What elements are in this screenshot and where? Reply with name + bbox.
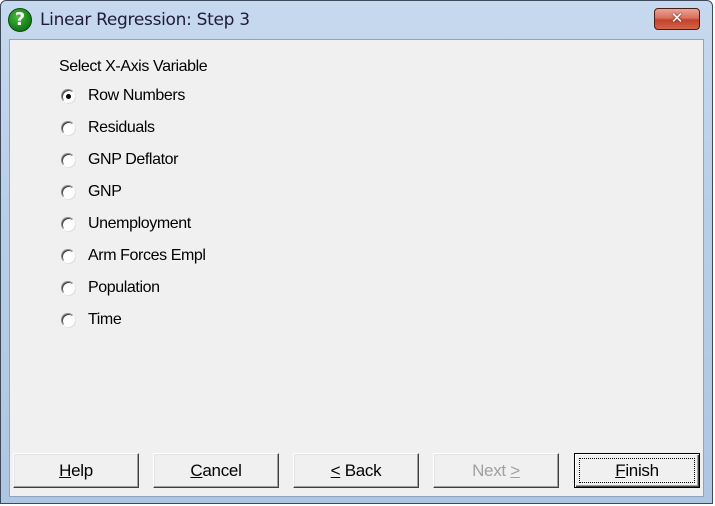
back-button[interactable]: < Back bbox=[293, 453, 419, 488]
radio-button[interactable] bbox=[61, 249, 75, 263]
radio-button[interactable] bbox=[61, 89, 75, 103]
radio-label: Arm Forces Empl bbox=[88, 247, 206, 264]
radio-label: Population bbox=[88, 279, 160, 296]
window-title: Linear Regression: Step 3 bbox=[40, 10, 250, 30]
radio-time[interactable]: Time bbox=[61, 308, 122, 332]
cancel-button[interactable]: Cancel bbox=[153, 453, 279, 488]
back-mnemonic: < bbox=[330, 460, 341, 480]
dialog-window: ? Linear Regression: Step 3 ✕ Select X-A… bbox=[0, 0, 713, 504]
radio-gnp-deflator[interactable]: GNP Deflator bbox=[61, 148, 178, 172]
radio-label: GNP Deflator bbox=[88, 151, 179, 168]
radio-button[interactable] bbox=[61, 185, 75, 199]
radio-button[interactable] bbox=[61, 153, 75, 167]
finish-button[interactable]: Finish bbox=[574, 453, 700, 488]
radio-button[interactable] bbox=[61, 121, 75, 135]
focus-rectangle bbox=[579, 458, 695, 483]
radio-label: GNP bbox=[88, 183, 122, 200]
next-mnemonic: > bbox=[510, 460, 520, 480]
close-button[interactable]: ✕ bbox=[654, 8, 700, 30]
next-button[interactable]: Next > bbox=[433, 453, 559, 488]
radio-unemployment[interactable]: Unemployment bbox=[61, 212, 191, 236]
help-question-icon: ? bbox=[8, 8, 32, 32]
radio-label: Residuals bbox=[88, 119, 155, 136]
radio-label: Time bbox=[88, 311, 122, 328]
next-label: Next bbox=[472, 460, 511, 480]
radio-residuals[interactable]: Residuals bbox=[61, 116, 155, 140]
help-button[interactable]: Help bbox=[13, 453, 139, 488]
dialog-content: Select X-Axis Variable Row Numbers Resid… bbox=[9, 39, 704, 497]
title-bar[interactable]: ? Linear Regression: Step 3 ✕ bbox=[1, 1, 712, 39]
radio-arm-forces-empl[interactable]: Arm Forces Empl bbox=[61, 244, 206, 268]
radio-button[interactable] bbox=[61, 281, 75, 295]
cancel-mnemonic: C bbox=[190, 460, 203, 480]
radio-gnp[interactable]: GNP bbox=[61, 180, 122, 204]
help-label: elp bbox=[71, 460, 93, 480]
help-mnemonic: H bbox=[59, 460, 72, 480]
cancel-label: ancel bbox=[202, 460, 242, 480]
radio-button[interactable] bbox=[61, 217, 75, 231]
radio-label: Unemployment bbox=[88, 215, 191, 232]
radio-button[interactable] bbox=[61, 313, 75, 327]
close-icon: ✕ bbox=[670, 9, 684, 27]
x-axis-variable-label: Select X-Axis Variable bbox=[59, 58, 208, 75]
radio-label: Row Numbers bbox=[88, 87, 185, 104]
radio-row-numbers[interactable]: Row Numbers bbox=[61, 84, 185, 108]
radio-population[interactable]: Population bbox=[61, 276, 160, 300]
back-label: Back bbox=[340, 460, 382, 480]
